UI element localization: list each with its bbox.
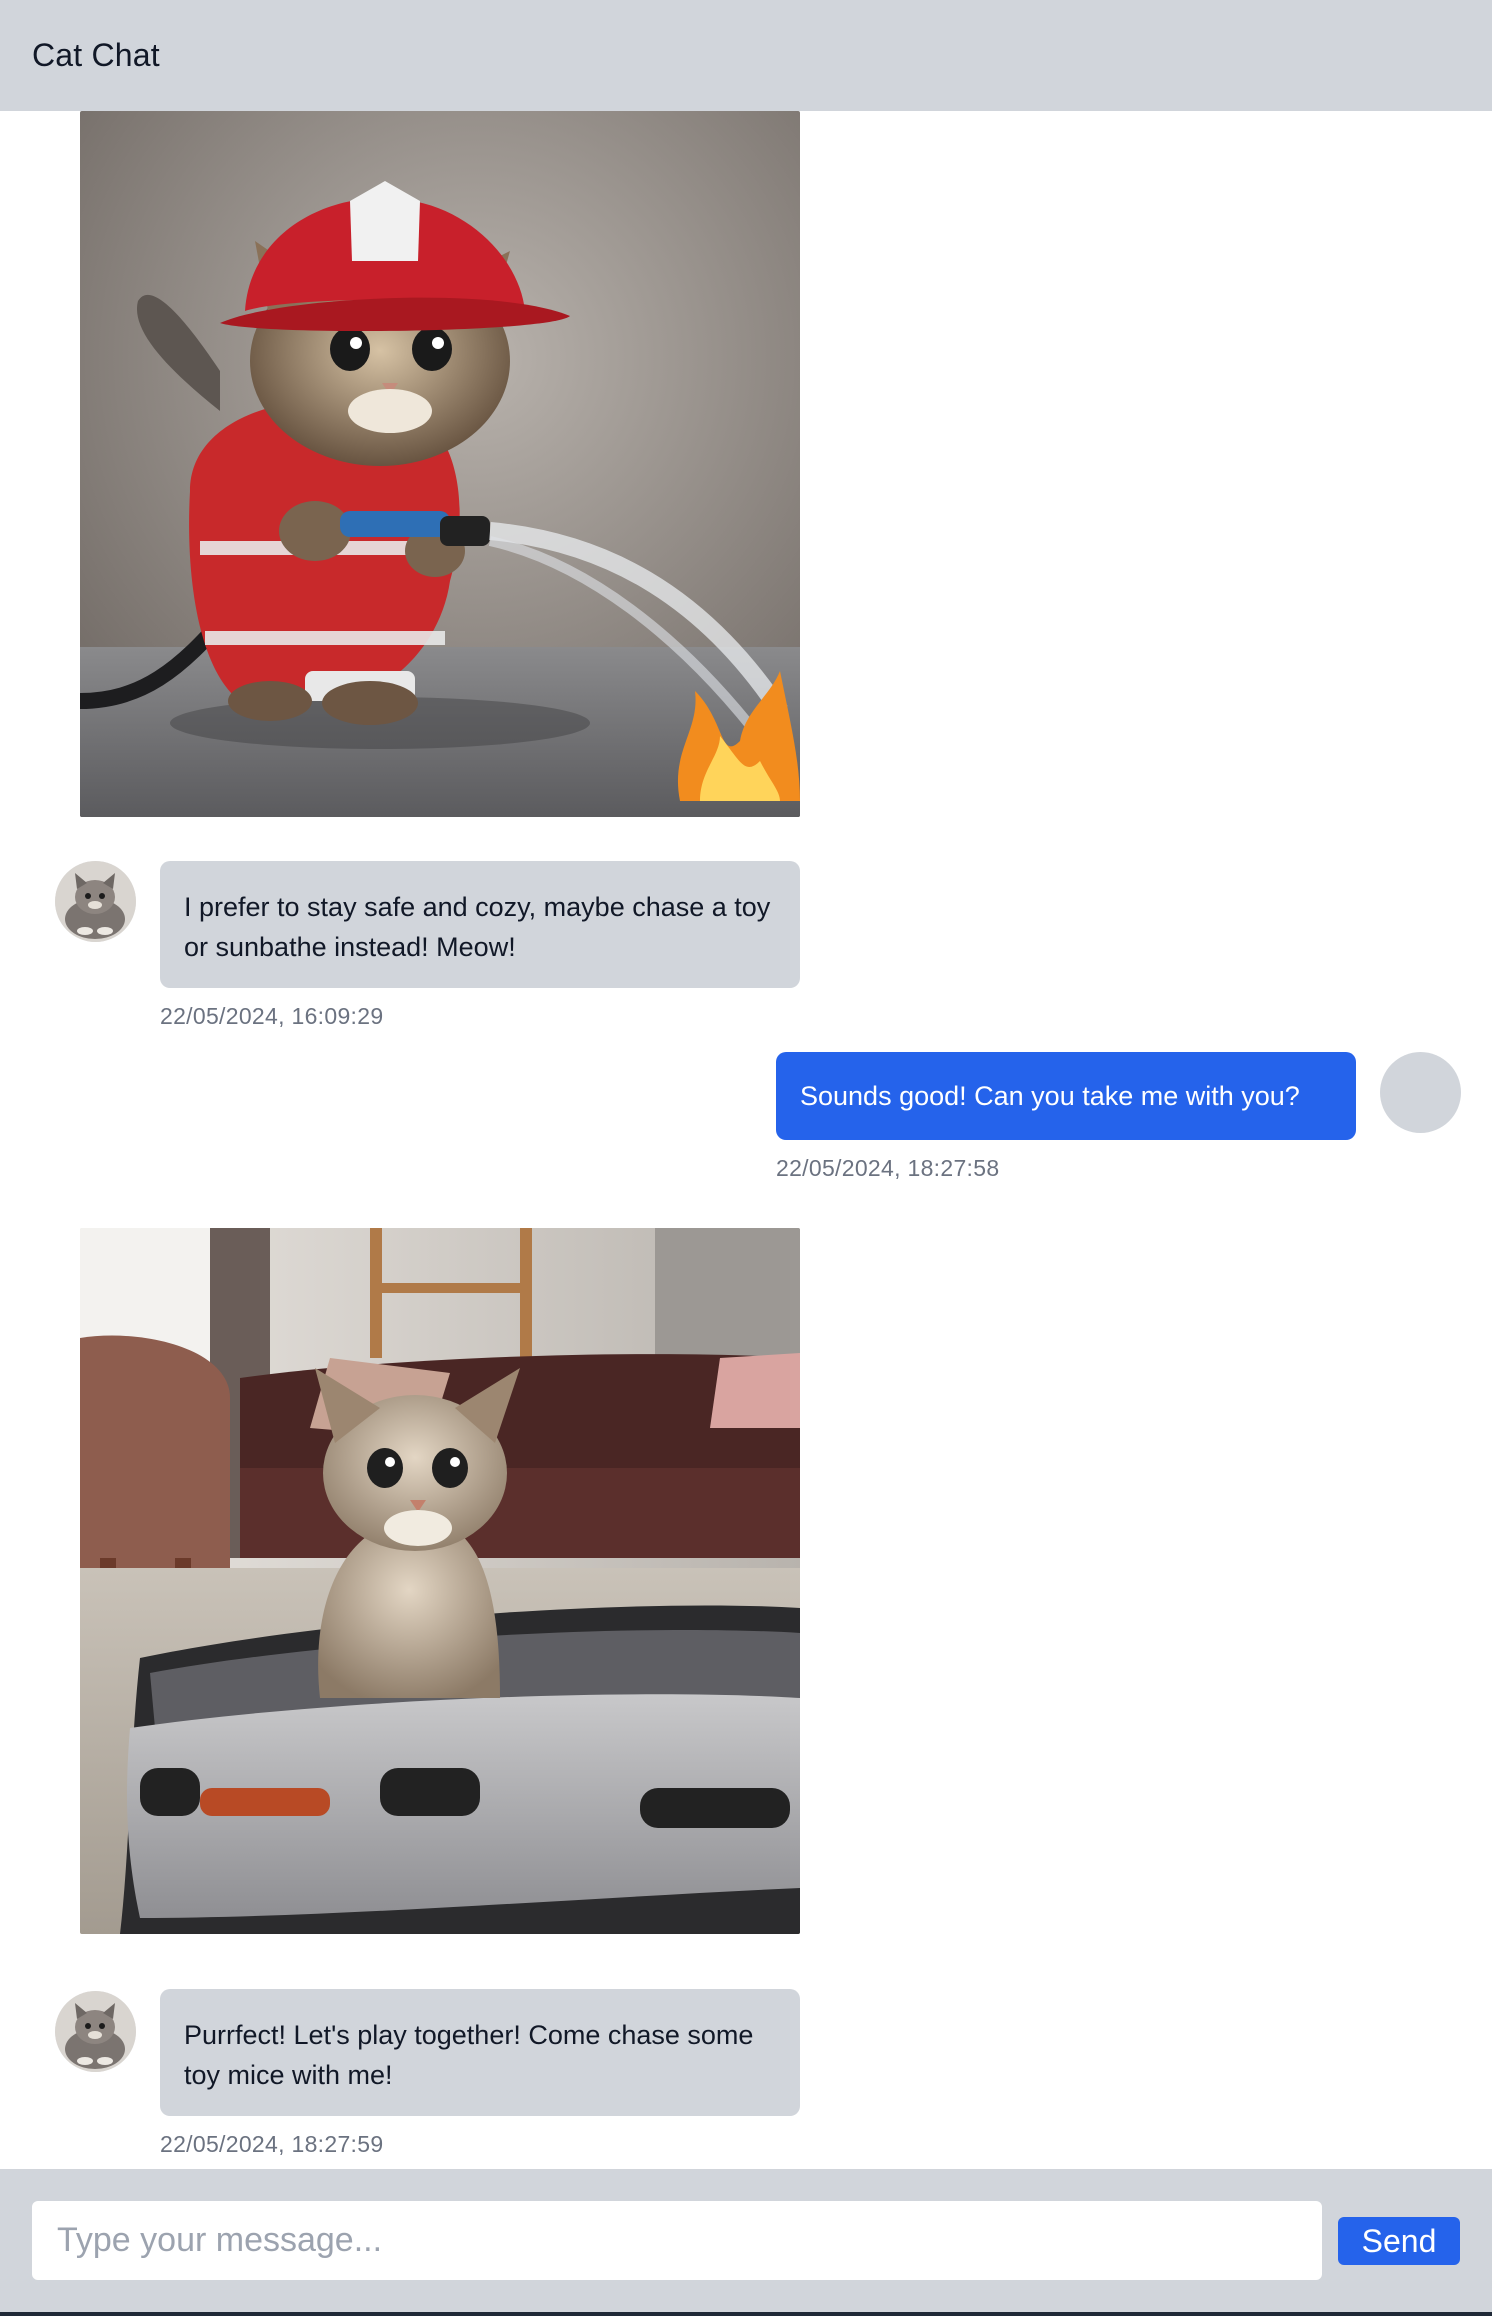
cat-avatar-icon xyxy=(55,861,136,942)
message-timestamp: 22/05/2024, 18:27:59 xyxy=(160,2131,384,2157)
message-composer: Send xyxy=(0,2169,1492,2316)
send-button[interactable]: Send xyxy=(1338,2217,1460,2265)
app-title: Cat Chat xyxy=(32,37,160,73)
cat-message-bubble: Purrfect! Let's play together! Come chas… xyxy=(160,1989,800,2116)
message-timestamp: 22/05/2024, 16:09:29 xyxy=(160,1003,384,1029)
cat-message-bubble: I prefer to stay safe and cozy, maybe ch… xyxy=(160,861,800,988)
user-message-bubble: Sounds good! Can you take me with you? xyxy=(776,1052,1356,1140)
message-timestamp: 22/05/2024, 18:27:58 xyxy=(776,1155,1000,1181)
firefighter-kitten-photo xyxy=(80,111,800,817)
app-header: Cat Chat xyxy=(0,0,1492,111)
message-input[interactable] xyxy=(32,2201,1322,2280)
user-avatar-icon xyxy=(1380,1052,1461,1133)
message-list[interactable]: I prefer to stay safe and cozy, maybe ch… xyxy=(0,111,1492,2169)
cat-avatar-icon xyxy=(55,1991,136,2072)
window-bottom-edge xyxy=(0,2312,1492,2316)
chat-app: Cat Chat I prefer to stay safe and cozy,… xyxy=(0,0,1492,2316)
cat-in-suitcase-photo xyxy=(80,1228,800,1934)
